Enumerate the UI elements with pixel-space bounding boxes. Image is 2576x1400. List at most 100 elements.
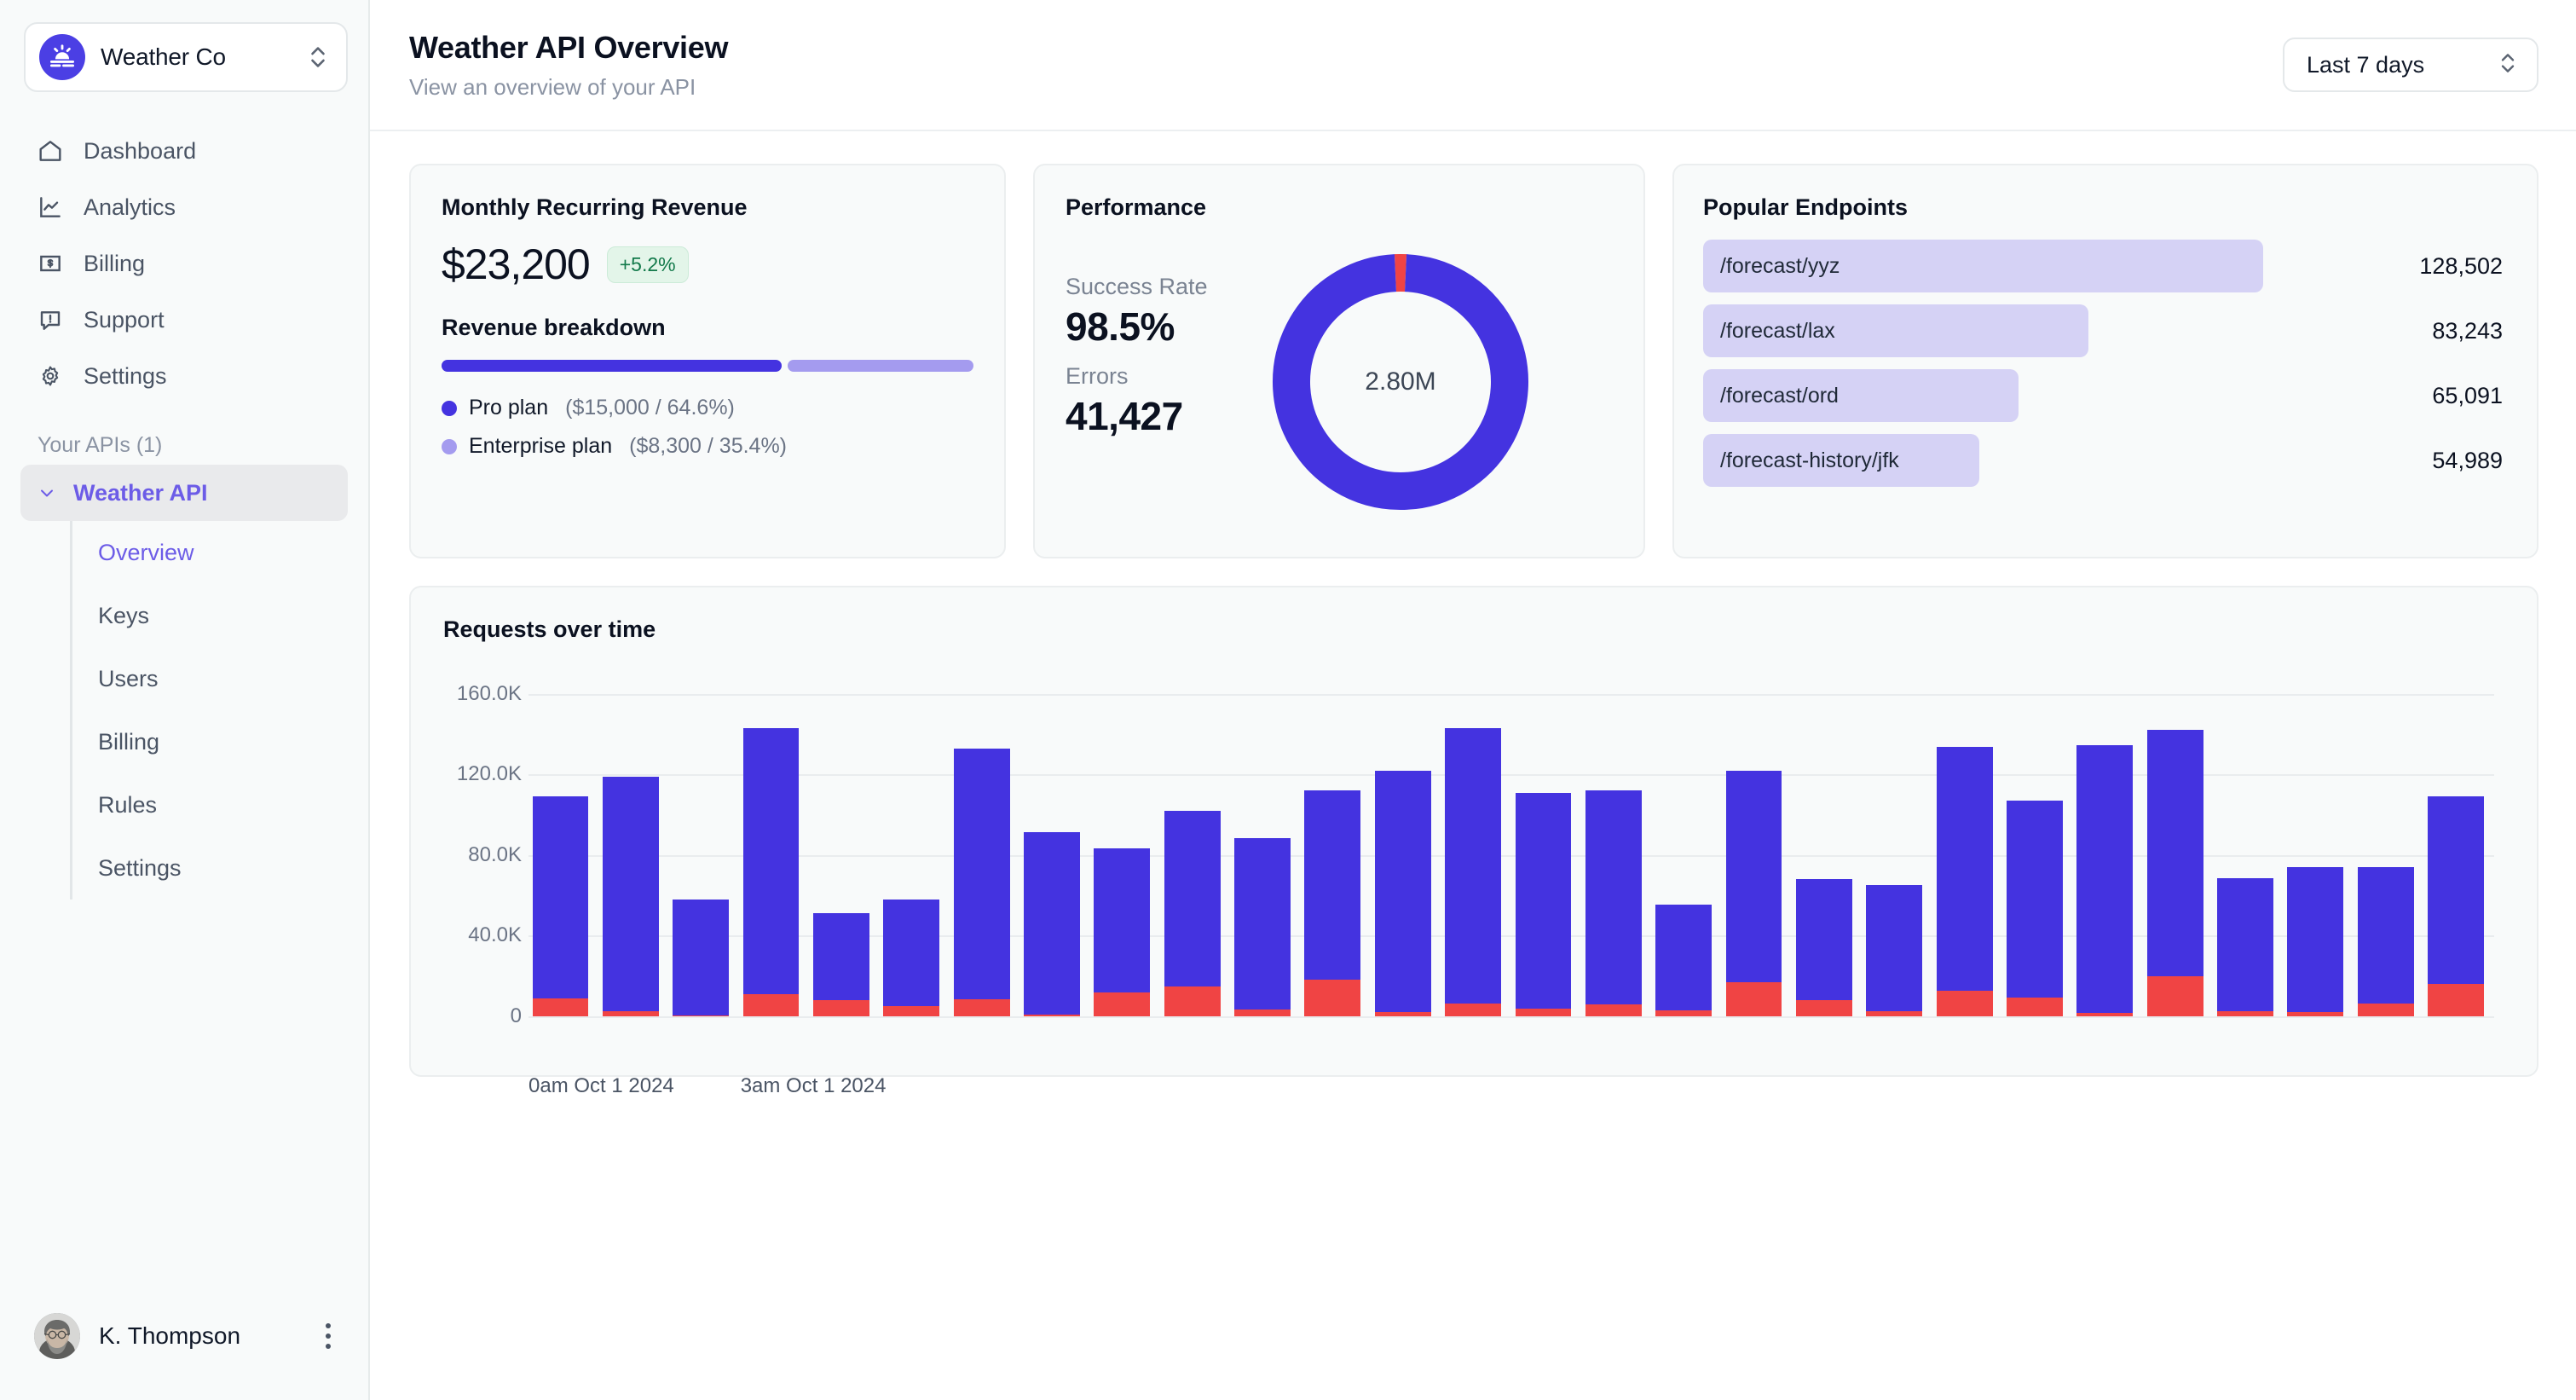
requests-chart-title: Requests over time — [443, 616, 656, 642]
requests-bar-chart: 0 40.0K 80.0K 120.0K 160.0K 0am Oct 1 2024 3am… — [443, 660, 2504, 1097]
legend-meta: ($15,000 / 64.6%) — [565, 396, 735, 419]
endpoint-row[interactable]: /forecast-history/jfk 54,989 — [1703, 434, 2503, 487]
bar-segment-errors — [953, 998, 1010, 1016]
mrr-card: Monthly Recurring Revenue $23,200 +5.2% … — [409, 164, 1006, 558]
revenue-segment — [442, 360, 782, 372]
bar-column[interactable] — [2287, 867, 2344, 1016]
org-switcher[interactable]: Weather Co — [24, 22, 348, 92]
bar-segment-success — [1655, 904, 1713, 1010]
endpoint-count: 54,989 — [2432, 447, 2503, 473]
sidebar-item-rules[interactable]: Rules — [72, 773, 348, 836]
legend-meta: ($8,300 / 35.4%) — [629, 434, 787, 458]
bar-column[interactable] — [1374, 770, 1431, 1016]
legend-label: Enterprise plan — [469, 434, 613, 458]
endpoint-row[interactable]: /forecast/ord 65,091 — [1703, 369, 2503, 422]
bar-column[interactable] — [2428, 796, 2485, 1016]
bar-segment-success — [532, 796, 589, 998]
bar-column[interactable] — [1304, 790, 1361, 1016]
bar-column[interactable] — [883, 899, 940, 1016]
bar-column[interactable] — [532, 796, 589, 1016]
bar-segment-errors — [1234, 1009, 1291, 1016]
bar-segment-errors — [1374, 1012, 1431, 1016]
bar-column[interactable] — [1585, 790, 1642, 1016]
revenue-breakdown-title: Revenue breakdown — [442, 315, 666, 340]
bar-segment-errors — [2428, 984, 2485, 1016]
performance-title: Performance — [1066, 194, 1207, 220]
endpoint-bar: /forecast/lax — [1703, 304, 2088, 357]
sidebar-item-support[interactable]: Support — [20, 292, 348, 348]
endpoint-path: /forecast/yyz — [1720, 253, 1840, 278]
bar-column[interactable] — [1725, 770, 1782, 1016]
bar-column[interactable] — [2217, 878, 2273, 1016]
bar-column[interactable] — [1515, 792, 1572, 1016]
plot-area — [528, 660, 2494, 1061]
more-vertical-icon[interactable] — [314, 1322, 343, 1351]
bar-column[interactable] — [1936, 747, 1993, 1016]
performance-stats: Success Rate 98.5% Errors 41,427 — [1066, 250, 1245, 439]
bar-column[interactable] — [812, 913, 869, 1016]
sidebar-item-users[interactable]: Users — [72, 647, 348, 710]
bar-segment-errors — [1094, 992, 1151, 1016]
chart-line-icon — [36, 193, 65, 222]
bar-column[interactable] — [1164, 810, 1221, 1016]
sidebar-item-settings[interactable]: Settings — [20, 348, 348, 404]
subnav-label: Rules — [98, 791, 158, 818]
subnav-label: Billing — [98, 728, 160, 755]
bar-segment-success — [2076, 744, 2134, 1014]
sidebar-item-api-billing[interactable]: Billing — [72, 710, 348, 773]
bar-column[interactable] — [2007, 800, 2063, 1016]
sidebar-item-keys[interactable]: Keys — [72, 584, 348, 647]
endpoint-row[interactable]: /forecast/lax 83,243 — [1703, 304, 2503, 357]
bar-column[interactable] — [1024, 831, 1080, 1016]
bar-column[interactable] — [602, 776, 659, 1016]
bar-segment-errors — [2357, 1003, 2414, 1016]
user-profile-row[interactable]: K. Thompson — [0, 1313, 368, 1400]
success-rate-value: 98.5% — [1066, 304, 1175, 349]
legend-item-enterprise: Enterprise plan ($8,300 / 35.4%) — [442, 434, 973, 459]
donut-center-label: 2.80M — [1365, 367, 1436, 396]
sidebar-item-overview[interactable]: Overview — [72, 521, 348, 584]
page-subtitle: View an overview of your API — [409, 73, 696, 100]
primary-nav: Dashboard Analytics Billing Support Sett… — [0, 123, 368, 404]
bar-segment-errors — [1866, 1011, 1923, 1016]
bar-column[interactable] — [2357, 867, 2414, 1016]
bar-column[interactable] — [1795, 879, 1852, 1016]
sidebar-item-label: Billing — [84, 250, 146, 276]
sidebar-item-weather-api[interactable]: Weather API — [20, 465, 348, 521]
bar-column[interactable] — [953, 748, 1010, 1017]
sidebar-item-billing[interactable]: Billing — [20, 235, 348, 292]
bar-column[interactable] — [673, 899, 730, 1016]
subnav-label: Overview — [98, 539, 194, 565]
bar-column[interactable] — [2146, 730, 2203, 1016]
bar-segment-errors — [602, 1011, 659, 1016]
bar-segment-errors — [1445, 1003, 1502, 1016]
endpoint-bar: /forecast/yyz — [1703, 240, 2263, 292]
y-axis-tick: 120.0K — [456, 762, 522, 786]
sidebar-item-analytics[interactable]: Analytics — [20, 179, 348, 235]
endpoint-row[interactable]: /forecast/yyz 128,502 — [1703, 240, 2503, 292]
sidebar-item-dashboard[interactable]: Dashboard — [20, 123, 348, 179]
bar-segment-success — [2357, 867, 2414, 1004]
bar-segment-success — [2007, 800, 2063, 998]
sidebar-item-api-settings[interactable]: Settings — [72, 836, 348, 900]
date-range-select[interactable]: Last 7 days — [2283, 38, 2538, 92]
bar-column[interactable] — [1445, 727, 1502, 1016]
bar-column[interactable] — [2076, 744, 2134, 1016]
dollar-box-icon — [36, 249, 65, 278]
errors-value: 41,427 — [1066, 394, 1183, 438]
legend-item-pro: Pro plan ($15,000 / 64.6%) — [442, 396, 973, 420]
bar-column[interactable] — [1234, 837, 1291, 1016]
app-root: Weather Co Dashboard Analytics Billing S… — [0, 0, 2576, 1400]
bar-column[interactable] — [1655, 904, 1713, 1016]
endpoint-bar: /forecast/ord — [1703, 369, 2019, 422]
revenue-breakdown-bar — [442, 360, 973, 372]
bar-column[interactable] — [1094, 848, 1151, 1016]
chevron-up-down-icon[interactable] — [307, 40, 329, 74]
bar-segment-errors — [1164, 986, 1221, 1016]
bar-column[interactable] — [742, 727, 800, 1016]
bar-column[interactable] — [1866, 885, 1923, 1016]
mrr-value: $23,200 — [442, 240, 591, 288]
chat-alert-icon — [36, 305, 65, 334]
performance-card: Performance Success Rate 98.5% Errors 41… — [1033, 164, 1645, 558]
bar-segment-errors — [1655, 1010, 1713, 1016]
